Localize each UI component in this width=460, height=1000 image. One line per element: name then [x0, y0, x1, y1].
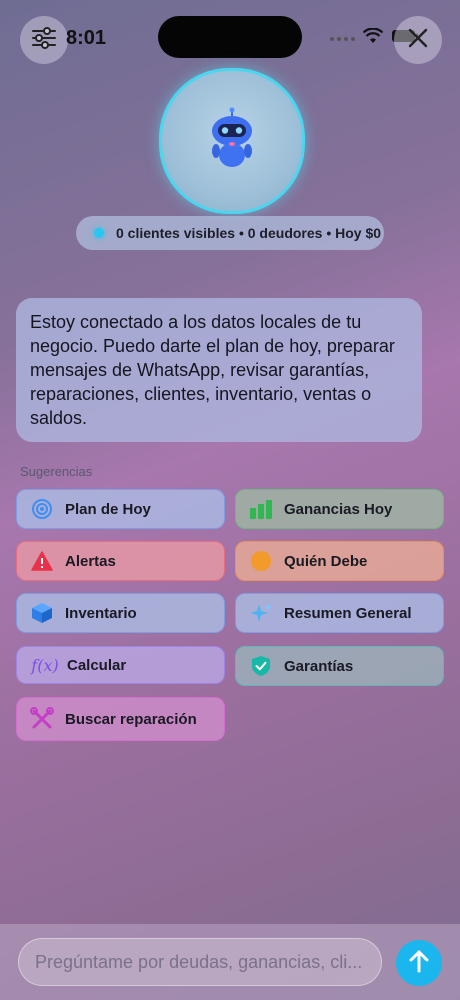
suggestion-label: Plan de Hoy [65, 500, 151, 518]
assistant-avatar [159, 68, 305, 214]
summary-text: 0 clientes visibles • 0 deudores • Hoy $… [116, 225, 382, 241]
suggestion-plan-de-hoy[interactable]: Plan de Hoy [16, 489, 225, 529]
suggestion-label: Resumen General [284, 604, 412, 622]
target-icon [29, 496, 55, 522]
suggestion-label: Inventario [65, 604, 137, 622]
suggestion-inventario[interactable]: Inventario [16, 593, 225, 633]
arrow-up-icon [408, 949, 430, 978]
suggestion-buscar-reparacion[interactable]: Buscar reparación [16, 697, 225, 741]
tools-icon [29, 706, 55, 732]
settings-sliders-button[interactable] [20, 16, 68, 64]
suggestion-label: Quién Debe [284, 552, 368, 570]
close-icon [407, 27, 429, 54]
suggestion-calcular[interactable]: f(x) Calcular [16, 646, 225, 684]
wifi-icon [362, 27, 384, 49]
warning-icon [29, 548, 55, 574]
suggestion-resumen-general[interactable]: Resumen General [235, 593, 444, 633]
status-dot [94, 228, 104, 238]
dynamic-island [158, 16, 302, 58]
suggestion-label: Calcular [67, 656, 127, 674]
suggestion-garantias[interactable]: Garantías [235, 646, 444, 686]
suggestions-title: Sugerencias [20, 464, 93, 479]
suggestion-label: Buscar reparación [65, 710, 197, 728]
send-button[interactable] [396, 940, 442, 986]
close-button[interactable] [394, 16, 442, 64]
box-icon [29, 600, 55, 626]
summary-pill: 0 clientes visibles • 0 deudores • Hoy $… [76, 216, 384, 250]
suggestion-alertas[interactable]: Alertas [16, 541, 225, 581]
sliders-icon [31, 26, 57, 54]
suggestion-quien-debe[interactable]: Quién Debe [235, 541, 444, 581]
question-input[interactable] [18, 938, 382, 986]
status-time: 8:01 [66, 27, 107, 49]
assistant-message: Estoy conectado a los datos locales de t… [16, 298, 422, 442]
robot-icon [206, 107, 258, 176]
sparkle-icon [248, 600, 274, 626]
suggestion-label: Ganancias Hoy [284, 500, 393, 518]
shield-check-icon [248, 653, 274, 679]
suggestion-ganancias-hoy[interactable]: Ganancias Hoy [235, 489, 444, 529]
suggestion-label: Garantías [284, 657, 354, 675]
bar-chart-icon [248, 496, 274, 522]
suggestion-label: Alertas [65, 552, 116, 570]
function-icon: f(x) [31, 655, 59, 675]
coin-icon [248, 548, 274, 574]
signal-icon [330, 36, 355, 41]
